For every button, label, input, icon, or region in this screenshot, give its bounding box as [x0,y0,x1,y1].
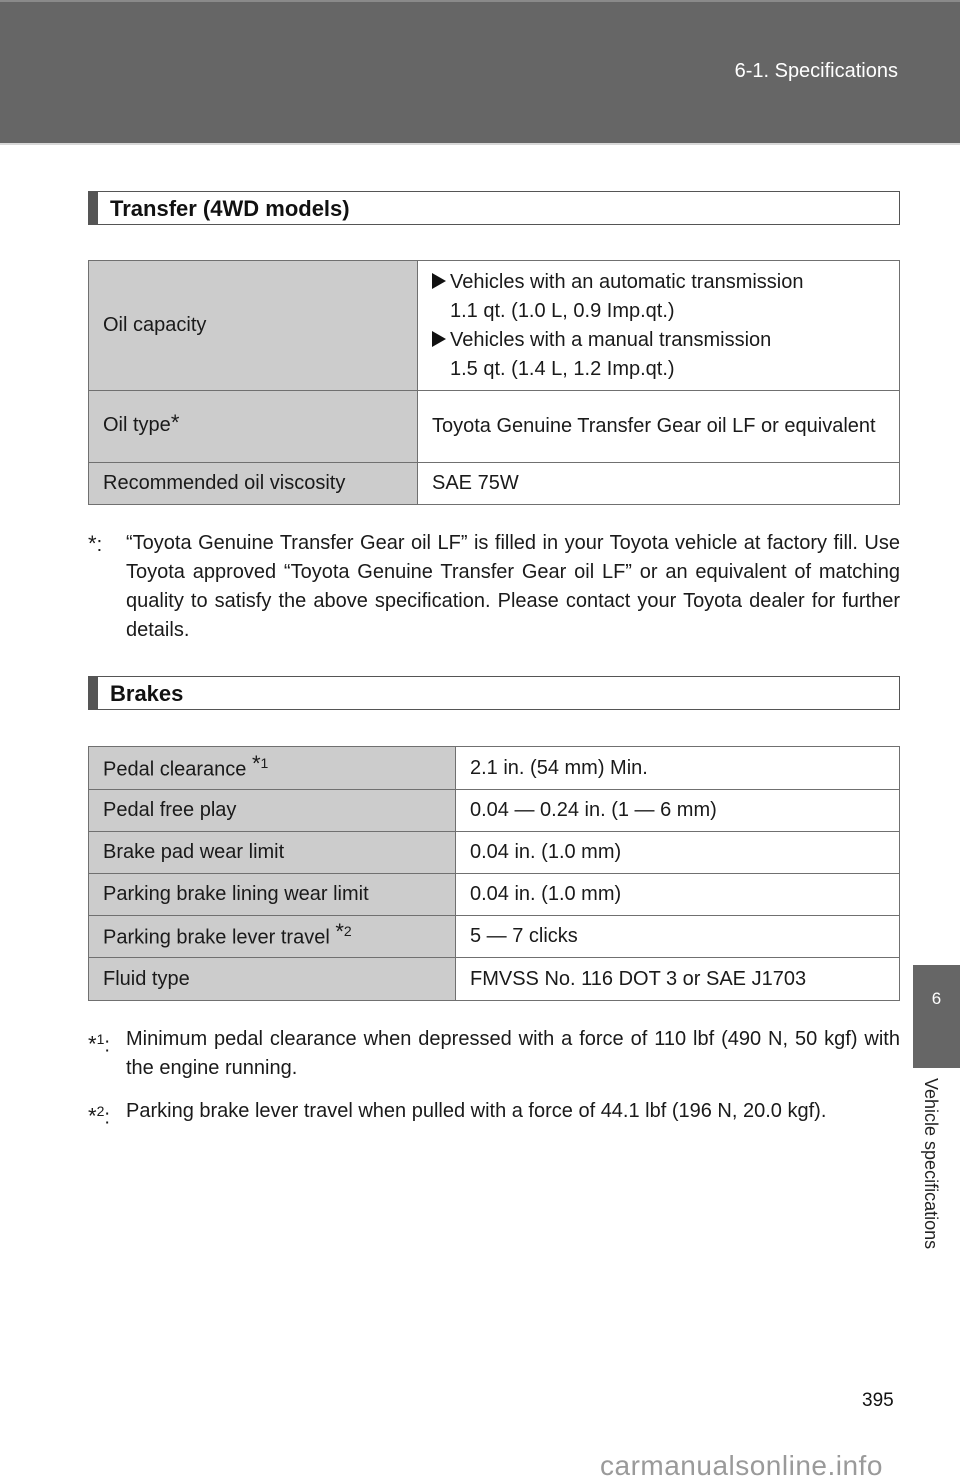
row-label: Brake pad wear limit [88,831,456,874]
item-value: 1.1 qt. (1.0 L, 0.9 Imp.qt.) [450,299,675,322]
row-label: Recommended oil viscosity [88,462,418,505]
row-label: Pedal clearance *1 [88,746,456,790]
row-value: Toyota Genuine Transfer Gear oil LF or e… [417,390,900,463]
row-label: Parking brake lever travel *2 [88,915,456,958]
footnote-number: 2 [96,1103,105,1119]
brakes-footnote-1: *1: Minimum pedal clearance when depress… [88,1025,900,1083]
row-value: SAE 75W [417,462,900,505]
page-header: 6-1. Specifications [0,0,960,145]
footnote-text: Parking brake lever travel when pulled w… [126,1100,827,1122]
table-row: Parking brake lining wear limit 0.04 in.… [88,873,900,916]
table-row: Pedal clearance *1 2.1 in. (54 mm) Min. [88,746,900,790]
transfer-footnote: *: “Toyota Genuine Transfer Gear oil LF”… [88,529,900,645]
footnote-mark: * [170,409,180,435]
brakes-footnote-2: *2: Parking brake lever travel when pull… [88,1097,900,1129]
heading-stripe [89,677,98,709]
label-text: Pedal clearance [103,758,252,781]
transfer-spec-table: Oil capacity Vehicles with an automatic … [88,260,900,505]
transfer-title: Transfer (4WD models) [110,196,350,221]
item-heading: Vehicles with a manual transmission [450,328,772,351]
row-value: 2.1 in. (54 mm) Min. [455,746,900,790]
list-item: Vehicles with a manual transmission [432,326,885,355]
item-heading: Vehicles with an automatic transmission [450,270,804,293]
footnote-number: 2 [343,923,352,940]
row-label: Oil type* [88,390,418,463]
triangle-bullet-icon [432,330,446,347]
row-value: 0.04 in. (1.0 mm) [455,831,900,874]
table-row: Oil type* Toyota Genuine Transfer Gear o… [88,390,900,463]
footnote-text: Minimum pedal clearance when depressed w… [126,1028,900,1079]
asterisk: * [88,1103,97,1129]
row-label: Parking brake lining wear limit [88,873,456,916]
footnote-mark: *: [88,531,103,556]
table-row: Parking brake lever travel *2 5 — 7 clic… [88,915,900,958]
table-row: Fluid type FMVSS No. 116 DOT 3 or SAE J1… [88,957,900,1001]
row-value: 5 — 7 clicks [455,915,900,958]
chapter-number: 6 [931,989,942,1008]
chapter-label: Vehicle specifications [921,1078,941,1250]
label-text: Parking brake lever travel [103,926,336,949]
asterisk: * [88,1031,97,1057]
row-label: Fluid type [88,957,456,1001]
chapter-tab: 6 [913,965,960,1068]
label-text: Oil type [103,413,171,436]
row-label: Oil capacity [88,260,418,391]
triangle-bullet-icon [432,272,446,289]
section-title: 6-1. Specifications [734,60,898,82]
footnote-number: 1 [96,1031,105,1047]
page-number: 395 [862,1390,894,1411]
row-value: 0.04 — 0.24 in. (1 — 6 mm) [455,789,900,832]
brakes-spec-table: Pedal clearance *1 2.1 in. (54 mm) Min. … [88,746,900,1001]
brakes-title: Brakes [110,681,184,706]
row-value: FMVSS No. 116 DOT 3 or SAE J1703 [455,957,900,1001]
table-row: Recommended oil viscosity SAE 75W [88,462,900,505]
heading-stripe [89,192,98,224]
table-row: Oil capacity Vehicles with an automatic … [88,260,900,391]
watermark: carmanualsonline.info [600,1450,883,1481]
list-item: Vehicles with an automatic transmission [432,268,885,297]
footnote-text: “Toyota Genuine Transfer Gear oil LF” is… [126,532,900,641]
footnote-mark: * [335,919,344,945]
item-value: 1.5 qt. (1.4 L, 1.2 Imp.qt.) [450,357,675,380]
row-value: 0.04 in. (1.0 mm) [455,873,900,916]
transfer-section-heading: Transfer (4WD models) [88,191,900,225]
footnote-mark: *1: [88,1031,110,1057]
row-label: Pedal free play [88,789,456,832]
table-row: Pedal free play 0.04 — 0.24 in. (1 — 6 m… [88,789,900,832]
row-value: Vehicles with an automatic transmission … [417,260,900,391]
footnote-mark: * [251,750,261,776]
footnote-number: 1 [260,754,269,771]
footnote-mark: *2: [88,1103,110,1129]
brakes-section-heading: Brakes [88,676,900,710]
asterisk: * [88,531,97,556]
table-row: Brake pad wear limit 0.04 in. (1.0 mm) [88,831,900,874]
